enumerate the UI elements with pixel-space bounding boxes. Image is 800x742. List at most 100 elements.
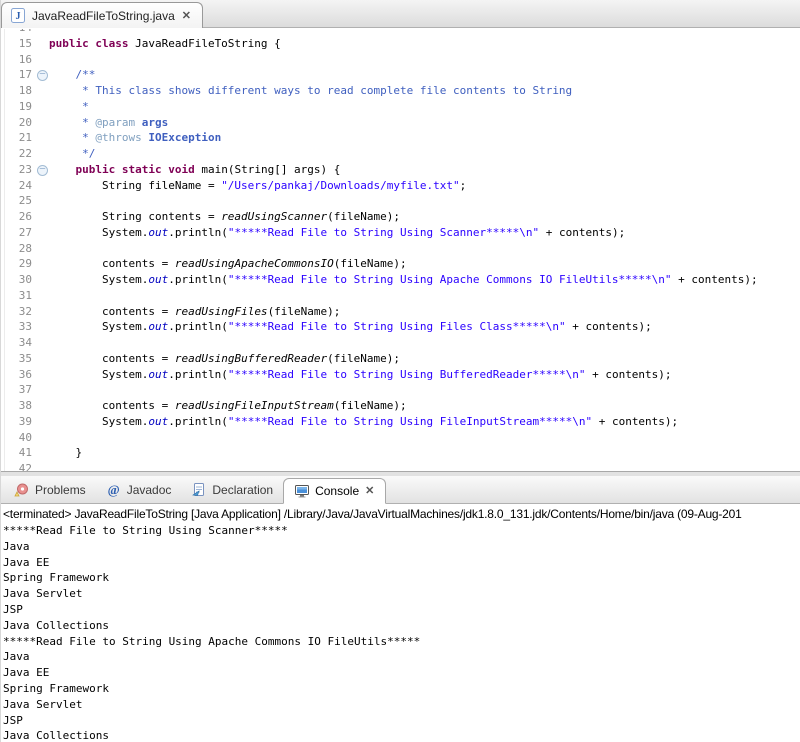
editor-tab-javareadfiletostring[interactable]: J JavaReadFileToString.java ✕: [1, 2, 203, 28]
fold-spacer: [35, 52, 49, 68]
editor-tab-close-icon[interactable]: ✕: [181, 9, 192, 22]
fold-spacer: [35, 241, 49, 257]
code-line: 34: [0, 335, 800, 351]
console-status-line: <terminated> JavaReadFileToString [Java …: [0, 504, 800, 523]
code-text: System.out.println("*****Read File to St…: [49, 414, 800, 430]
code-line: 42: [0, 461, 800, 471]
tab-problems[interactable]: Problems: [4, 476, 96, 503]
tab-declaration[interactable]: Declaration: [181, 476, 283, 503]
code-line: 30 System.out.println("*****Read File to…: [0, 272, 800, 288]
console-line: Java Servlet: [3, 697, 800, 713]
fold-spacer: [35, 335, 49, 351]
fold-collapse-icon[interactable]: [35, 162, 49, 178]
code-line: 28: [0, 241, 800, 257]
fold-spacer: [35, 146, 49, 162]
code-line: 19 *: [0, 99, 800, 115]
code-line: 38 contents = readUsingFileInputStream(f…: [0, 398, 800, 414]
tab-problems-label: Problems: [35, 483, 86, 497]
line-number: 33: [0, 319, 35, 335]
line-number: 15: [0, 36, 35, 52]
code-line: 25: [0, 193, 800, 209]
tab-javadoc[interactable]: @ Javadoc: [96, 476, 182, 503]
line-number: 27: [0, 225, 35, 241]
code-line: 26 String contents = readUsingScanner(fi…: [0, 209, 800, 225]
code-text: [49, 288, 800, 304]
code-text: * This class shows different ways to rea…: [49, 83, 800, 99]
code-line: 35 contents = readUsingBufferedReader(fi…: [0, 351, 800, 367]
code-lines: 1415public class JavaReadFileToString {1…: [0, 29, 800, 471]
line-number: 20: [0, 115, 35, 131]
line-number: 40: [0, 430, 35, 446]
console-line: Java: [3, 539, 800, 555]
fold-spacer: [35, 256, 49, 272]
line-number: 37: [0, 382, 35, 398]
window-left-edge: [0, 0, 1, 742]
console-tab-close-icon[interactable]: ✕: [364, 484, 375, 497]
code-text: */: [49, 146, 800, 162]
code-line: 32 contents = readUsingFiles(fileName);: [0, 304, 800, 320]
line-number: 38: [0, 398, 35, 414]
fold-spacer: [35, 29, 49, 36]
fold-spacer: [35, 83, 49, 99]
editor-tabbar: J JavaReadFileToString.java ✕: [0, 0, 800, 28]
line-number: 32: [0, 304, 35, 320]
code-text: System.out.println("*****Read File to St…: [49, 225, 800, 241]
console-line: Java Servlet: [3, 586, 800, 602]
code-editor[interactable]: 1415public class JavaReadFileToString {1…: [0, 29, 800, 471]
line-number: 31: [0, 288, 35, 304]
line-number: 30: [0, 272, 35, 288]
code-text: contents = readUsingFiles(fileName);: [49, 304, 800, 320]
java-file-icon: J: [10, 8, 26, 24]
fold-spacer: [35, 193, 49, 209]
console-line: Java EE: [3, 665, 800, 681]
fold-spacer: [35, 99, 49, 115]
tab-javadoc-label: Javadoc: [127, 483, 172, 497]
fold-spacer: [35, 36, 49, 52]
line-number: 26: [0, 209, 35, 225]
line-number: 21: [0, 130, 35, 146]
fold-spacer: [35, 130, 49, 146]
code-line: 18 * This class shows different ways to …: [0, 83, 800, 99]
code-line: 36 System.out.println("*****Read File to…: [0, 367, 800, 383]
code-text: String fileName = "/Users/pankaj/Downloa…: [49, 178, 800, 194]
line-number: 14: [0, 29, 35, 36]
code-text: * @throws IOException: [49, 130, 800, 146]
problems-icon: [14, 482, 30, 498]
code-line: 15public class JavaReadFileToString {: [0, 36, 800, 52]
code-line: 33 System.out.println("*****Read File to…: [0, 319, 800, 335]
code-text: contents = readUsingFileInputStream(file…: [49, 398, 800, 414]
tab-console[interactable]: Console ✕: [283, 478, 386, 504]
code-text: [49, 382, 800, 398]
code-line: 40: [0, 430, 800, 446]
fold-spacer: [35, 414, 49, 430]
fold-spacer: [35, 445, 49, 461]
code-text: System.out.println("*****Read File to St…: [49, 367, 800, 383]
line-number: 34: [0, 335, 35, 351]
fold-spacer: [35, 461, 49, 471]
fold-collapse-icon[interactable]: [35, 67, 49, 83]
code-text: [49, 193, 800, 209]
code-text: [49, 241, 800, 257]
fold-spacer: [35, 351, 49, 367]
fold-spacer: [35, 115, 49, 131]
console-icon: [294, 483, 310, 499]
console-line: Spring Framework: [3, 681, 800, 697]
fold-spacer: [35, 272, 49, 288]
line-number: 29: [0, 256, 35, 272]
console-line: JSP: [3, 602, 800, 618]
console-view: <terminated> JavaReadFileToString [Java …: [0, 504, 800, 742]
code-text: public static void main(String[] args) {: [49, 162, 800, 178]
code-line: 39 System.out.println("*****Read File to…: [0, 414, 800, 430]
console-line: *****Read File to String Using Apache Co…: [3, 634, 800, 650]
line-number: 41: [0, 445, 35, 461]
fold-spacer: [35, 367, 49, 383]
code-line: 24 String fileName = "/Users/pankaj/Down…: [0, 178, 800, 194]
console-line: Spring Framework: [3, 570, 800, 586]
console-line: Java Collections: [3, 618, 800, 634]
javadoc-icon: @: [106, 482, 122, 498]
code-text: }: [49, 445, 800, 461]
fold-spacer: [35, 382, 49, 398]
code-line: 17 /**: [0, 67, 800, 83]
code-text: System.out.println("*****Read File to St…: [49, 319, 800, 335]
console-output[interactable]: *****Read File to String Using Scanner**…: [0, 523, 800, 742]
